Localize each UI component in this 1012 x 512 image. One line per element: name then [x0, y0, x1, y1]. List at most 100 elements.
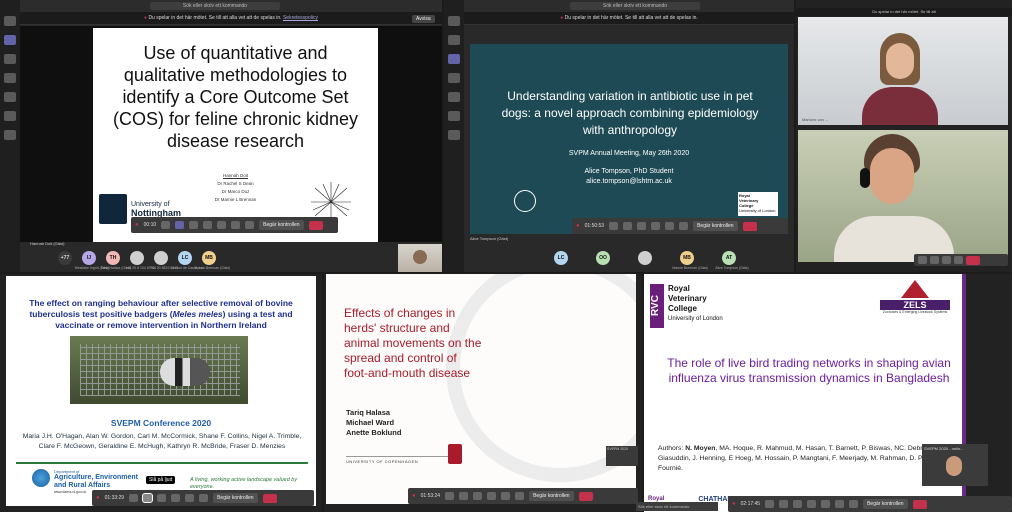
camera-icon[interactable]	[609, 222, 619, 230]
chat-icon[interactable]	[835, 500, 845, 508]
teams-icon[interactable]	[448, 54, 460, 64]
participant-avatar[interactable]: MB Marnie Brennan (Gäst)	[672, 251, 708, 270]
more-icon[interactable]	[4, 130, 16, 140]
mic-icon[interactable]	[623, 222, 633, 230]
raise-hand-icon[interactable]	[665, 222, 675, 230]
hang-up-button[interactable]	[966, 255, 980, 265]
mic-icon[interactable]	[175, 221, 185, 229]
rvc-line: University of London	[668, 316, 723, 322]
participants-icon[interactable]	[199, 494, 209, 502]
hang-up-button[interactable]	[912, 499, 927, 509]
camera-icon[interactable]	[765, 500, 775, 508]
more-icon[interactable]	[954, 256, 963, 264]
dismiss-button[interactable]: Avvisa	[412, 15, 435, 23]
badger-photo	[70, 336, 248, 404]
camera-icon[interactable]	[161, 221, 171, 229]
more-icon[interactable]	[487, 492, 497, 500]
mic-off-icon[interactable]	[142, 493, 154, 503]
hang-up-button[interactable]	[578, 491, 593, 501]
camera-icon[interactable]	[445, 492, 455, 500]
privacy-link[interactable]: Sekretesspolicy	[283, 15, 318, 21]
panel-6-window: RVC Royal Veterinary College University …	[636, 274, 1012, 512]
call-controls: ● 01:33:29 Begär kontrollen	[92, 490, 314, 506]
pip-video: SVEPM 2020 - onlin...	[922, 444, 988, 486]
share-icon[interactable]	[637, 222, 647, 230]
activity-icon[interactable]	[4, 16, 16, 26]
participant-avatar[interactable]: IJ Westlake Ingrid (Gäst)	[75, 251, 109, 270]
rvc-logo: RVC Royal Veterinary College University …	[650, 284, 723, 328]
participant-avatar[interactable]: MB Marnie Brennan (Gäst)	[194, 251, 230, 270]
avatar-initials: OO	[599, 255, 607, 261]
more-icon[interactable]	[171, 494, 181, 502]
participant-avatar[interactable]: OO	[596, 251, 610, 265]
request-control-button[interactable]: Begär kontrollen	[529, 491, 574, 501]
activity-icon[interactable]	[448, 16, 460, 26]
crest-icon	[448, 444, 462, 464]
participants-icon[interactable]	[679, 222, 689, 230]
author-block: Tariq Halasa Michael Ward Anette Boklund	[346, 408, 401, 438]
chat-icon[interactable]	[231, 221, 241, 229]
camera-icon[interactable]	[129, 494, 139, 502]
hang-up-button[interactable]	[742, 221, 757, 231]
rvc-line: Royal	[668, 284, 690, 293]
teams-icon[interactable]	[4, 54, 16, 64]
search-input[interactable]: Sök eller skriv ett kommando	[636, 502, 718, 511]
participant-avatar[interactable]	[638, 251, 652, 265]
search-input[interactable]: Sök eller skriv ett kommando	[570, 2, 700, 10]
panel-2-teams-window: Sök eller skriv ett kommando ● Du spelar…	[444, 0, 794, 272]
chat-icon[interactable]	[4, 35, 16, 45]
participants-icon[interactable]	[849, 500, 859, 508]
participants-icon[interactable]	[515, 492, 525, 500]
participant-avatar[interactable]: LC Gordon de Canal, Lu...	[170, 251, 206, 270]
record-dot-icon: ●	[96, 495, 100, 501]
more-icon[interactable]	[448, 130, 460, 140]
participant-avatar[interactable]: +44 20 8 104 8790	[125, 251, 155, 270]
request-control-button[interactable]: Begär kontrollen	[693, 221, 738, 231]
crest-icon	[99, 194, 127, 224]
mic-icon[interactable]	[779, 500, 789, 508]
camera-icon[interactable]	[918, 256, 927, 264]
speaker-name: Marloes van ...	[802, 117, 829, 122]
raise-hand-icon[interactable]	[185, 494, 195, 502]
share-icon[interactable]	[189, 221, 199, 229]
more-icon[interactable]	[651, 222, 661, 230]
panel-5-window: Effects of changes in herds' structure a…	[324, 274, 642, 512]
participant-avatar[interactable]: LC	[554, 251, 568, 265]
files-icon[interactable]	[448, 111, 460, 121]
share-icon[interactable]	[942, 256, 951, 264]
participant-avatar[interactable]: AT Alice Tompson (Gäst)	[715, 251, 749, 270]
more-icon[interactable]	[203, 221, 213, 229]
raise-hand-icon[interactable]	[217, 221, 227, 229]
call-controls: ● 01:53:24 Begär kontrollen	[408, 488, 638, 504]
request-control-button[interactable]: Begär kontrollen	[863, 499, 908, 509]
self-video-thumbnail	[398, 244, 442, 272]
calendar-icon[interactable]	[448, 73, 460, 83]
mic-icon[interactable]	[459, 492, 469, 500]
files-icon[interactable]	[4, 111, 16, 121]
raise-hand-icon[interactable]	[821, 500, 831, 508]
participants-icon[interactable]	[245, 221, 255, 229]
share-icon[interactable]	[473, 492, 483, 500]
raise-hand-icon[interactable]	[501, 492, 511, 500]
participant-avatar[interactable]: +44 20 8829 1415	[150, 251, 178, 270]
participant-overflow[interactable]: +77	[58, 251, 72, 265]
title-italic: Meles meles	[172, 309, 223, 319]
rvc-mark-icon: RVC	[650, 284, 664, 328]
more-icon[interactable]	[807, 500, 817, 508]
pip-label: SVEPM 2020 - onlin...	[924, 446, 964, 451]
hang-up-button[interactable]	[262, 493, 277, 503]
request-control-button[interactable]: Begär kontrollen	[259, 220, 304, 230]
calls-icon[interactable]	[448, 92, 460, 102]
chat-icon[interactable]	[448, 35, 460, 45]
search-input[interactable]: Sök eller skriv ett kommando	[150, 2, 280, 10]
calendar-icon[interactable]	[4, 73, 16, 83]
request-control-button[interactable]: Begär kontrollen	[213, 493, 258, 503]
mic-icon[interactable]	[930, 256, 939, 264]
calls-icon[interactable]	[4, 92, 16, 102]
call-controls: ● 02:17:45 Begär kontrollen	[728, 496, 1012, 512]
participant-avatar[interactable]: TH Tariq Halasa (Gäst)	[101, 251, 131, 270]
recording-banner-text: Du spelar in det här mötet. Se till att	[872, 9, 936, 14]
share-icon[interactable]	[157, 494, 167, 502]
hang-up-button[interactable]	[308, 220, 323, 230]
share-icon[interactable]	[793, 500, 803, 508]
